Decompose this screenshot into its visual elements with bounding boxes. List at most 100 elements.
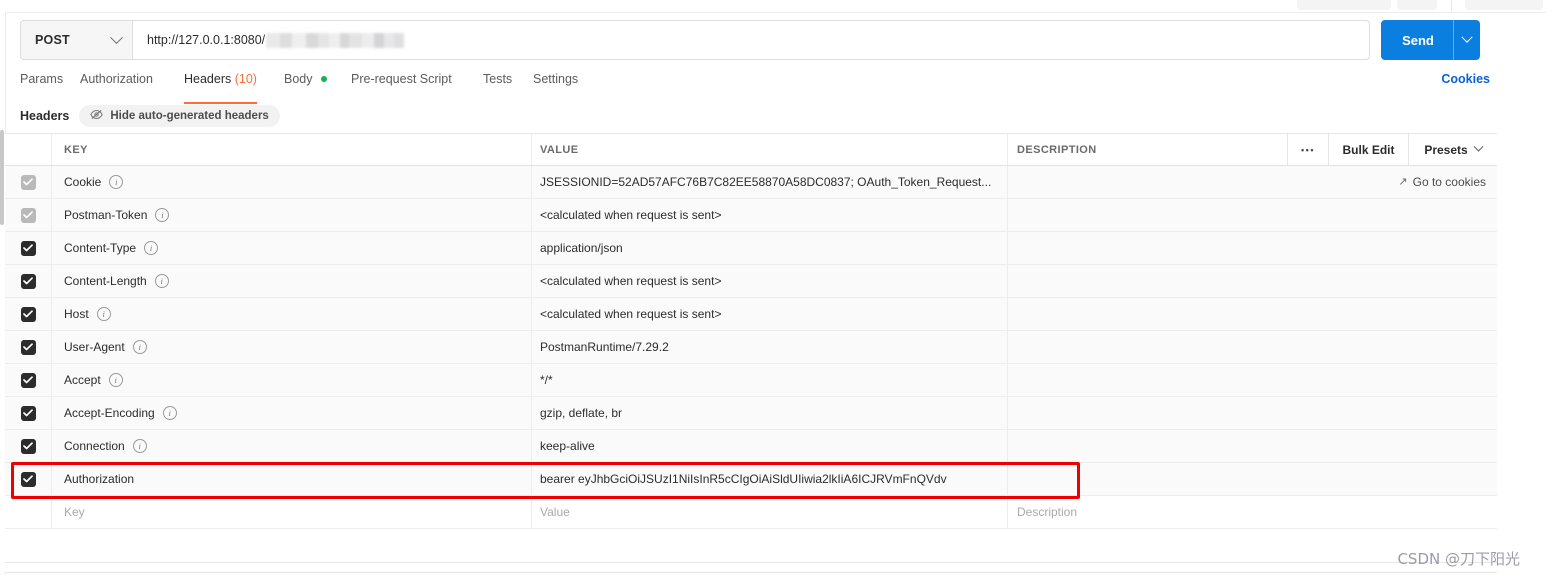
info-icon[interactable]: i xyxy=(162,406,177,420)
row-checkbox[interactable] xyxy=(20,240,36,256)
row-key-cell[interactable]: Content-Length i xyxy=(52,265,532,297)
row-value-cell[interactable]: JSESSIONID=52AD57AFC76B7C82EE58870A58DC0… xyxy=(532,166,1008,198)
table-row[interactable]: Accept i */* xyxy=(5,364,1497,397)
row-key-cell[interactable]: Host i xyxy=(52,298,532,330)
row-value-text: gzip, deflate, br xyxy=(540,406,623,420)
row-value-cell[interactable]: <calculated when request is sent> xyxy=(532,298,1008,330)
row-description-cell[interactable] xyxy=(1008,463,1497,495)
table-row[interactable]: Connection i keep-alive xyxy=(5,430,1497,463)
table-row[interactable]: Accept-Encoding i gzip, deflate, br xyxy=(5,397,1497,430)
tab-authorization[interactable]: Authorization xyxy=(80,72,153,98)
row-value-cell[interactable]: keep-alive xyxy=(532,430,1008,462)
row-description-cell[interactable] xyxy=(1008,232,1497,264)
chrome-divider xyxy=(1451,0,1452,11)
new-row-value-input[interactable]: Value xyxy=(532,496,1008,528)
http-method-dropdown[interactable]: POST xyxy=(20,20,132,60)
tab-pre-request-script[interactable]: Pre-request Script xyxy=(351,72,452,98)
table-row[interactable]: Content-Length i <calculated when reques… xyxy=(5,265,1497,298)
row-checkbox[interactable] xyxy=(20,273,36,289)
row-key-cell[interactable]: Accept i xyxy=(52,364,532,396)
table-row[interactable]: Content-Type i application/json xyxy=(5,232,1497,265)
tab-tests-label: Tests xyxy=(483,72,513,86)
info-icon[interactable]: i xyxy=(132,439,147,453)
send-options-button[interactable] xyxy=(1454,31,1480,44)
headers-table: KEY VALUE DESCRIPTION ••• Bulk Edit Pres… xyxy=(5,133,1497,573)
tab-params[interactable]: Params xyxy=(20,72,63,98)
row-description-cell[interactable] xyxy=(1008,397,1497,429)
row-checkbox-cell xyxy=(5,364,52,396)
row-description-cell[interactable] xyxy=(1008,430,1497,462)
row-value-cell[interactable]: PostmanRuntime/7.29.2 xyxy=(532,331,1008,363)
row-description-cell[interactable] xyxy=(1008,199,1497,231)
row-checkbox[interactable] xyxy=(20,306,36,322)
row-value-text: PostmanRuntime/7.29.2 xyxy=(540,340,669,354)
row-checkbox-cell xyxy=(5,397,52,429)
row-key-cell[interactable]: Authorization xyxy=(52,463,532,495)
row-value-cell[interactable]: <calculated when request is sent> xyxy=(532,199,1008,231)
row-description-cell[interactable] xyxy=(1008,331,1497,363)
new-row-description-input[interactable]: Description xyxy=(1008,496,1497,528)
presets-button[interactable]: Presets xyxy=(1408,134,1497,165)
row-checkbox-cell xyxy=(5,199,52,231)
info-icon[interactable]: i xyxy=(154,274,169,288)
send-button[interactable]: Send xyxy=(1381,20,1480,60)
tab-body[interactable]: Body xyxy=(284,72,327,98)
info-icon[interactable]: i xyxy=(96,307,111,321)
row-key-cell[interactable]: Cookie i xyxy=(52,166,532,198)
info-icon[interactable]: i xyxy=(155,208,170,222)
row-value-cell[interactable]: */* xyxy=(532,364,1008,396)
bulk-edit-button[interactable]: Bulk Edit xyxy=(1328,134,1408,165)
info-icon[interactable]: i xyxy=(109,175,124,189)
row-description-cell[interactable]: ↗ Go to cookies xyxy=(1008,166,1497,198)
table-new-row[interactable]: Key Value Description xyxy=(5,496,1497,529)
table-row[interactable]: Postman-Token i <calculated when request… xyxy=(5,199,1497,232)
row-checkbox[interactable] xyxy=(20,405,36,421)
table-row[interactable]: Host i <calculated when request is sent> xyxy=(5,298,1497,331)
tab-headers[interactable]: Headers (10) xyxy=(184,72,257,104)
row-key-text: Cookie xyxy=(64,175,102,189)
hide-auto-generated-headers-button[interactable]: Hide auto-generated headers xyxy=(79,105,280,127)
row-checkbox-cell xyxy=(5,232,52,264)
row-description-cell[interactable] xyxy=(1008,265,1497,297)
row-key-cell[interactable]: Postman-Token i xyxy=(52,199,532,231)
row-value-text: <calculated when request is sent> xyxy=(540,208,722,222)
tab-settings[interactable]: Settings xyxy=(533,72,578,98)
row-key-cell[interactable]: Content-Type i xyxy=(52,232,532,264)
row-key-text: Content-Length xyxy=(64,274,147,288)
cookies-link[interactable]: Cookies xyxy=(1441,72,1490,86)
row-checkbox[interactable] xyxy=(20,471,36,487)
tab-settings-label: Settings xyxy=(533,72,579,86)
row-checkbox[interactable] xyxy=(20,438,36,454)
row-value-cell[interactable]: gzip, deflate, br xyxy=(532,397,1008,429)
table-row-authorization[interactable]: Authorization bearer eyJhbGciOiJSUzI1NiI… xyxy=(5,463,1497,496)
row-value-text: <calculated when request is sent> xyxy=(540,307,722,321)
row-key-cell[interactable]: Accept-Encoding i xyxy=(52,397,532,429)
info-icon[interactable]: i xyxy=(144,241,159,255)
row-checkbox[interactable] xyxy=(20,339,36,355)
row-key-cell[interactable]: User-Agent i xyxy=(52,331,532,363)
row-value-cell[interactable]: bearer eyJhbGciOiJSUzI1NiIsInR5cCIgOiAiS… xyxy=(532,463,1008,495)
window-chrome-strip xyxy=(0,0,1546,13)
row-key-cell[interactable]: Connection i xyxy=(52,430,532,462)
new-row-key-input[interactable]: Key xyxy=(52,496,532,528)
new-row-description-placeholder: Description xyxy=(1017,505,1078,519)
tab-tests[interactable]: Tests xyxy=(483,72,512,98)
info-icon[interactable]: i xyxy=(132,340,147,354)
row-checkbox[interactable] xyxy=(20,372,36,388)
row-checkbox[interactable] xyxy=(20,174,36,190)
table-row[interactable]: Cookie i JSESSIONID=52AD57AFC76B7C82EE58… xyxy=(5,166,1497,199)
go-to-cookies-link[interactable]: ↗ Go to cookies xyxy=(1398,175,1486,189)
table-row[interactable]: User-Agent i PostmanRuntime/7.29.2 xyxy=(5,331,1497,364)
row-checkbox[interactable] xyxy=(20,207,36,223)
vertical-scrollbar-thumb[interactable] xyxy=(0,130,4,225)
tab-authorization-label: Authorization xyxy=(80,72,153,86)
row-description-cell[interactable] xyxy=(1008,364,1497,396)
table-more-options-button[interactable]: ••• xyxy=(1287,134,1328,165)
column-header-description: DESCRIPTION ••• Bulk Edit Presets xyxy=(1008,134,1497,165)
url-input[interactable]: http://127.0.0.1:8080/ xyxy=(132,20,1370,60)
tab-active-underline xyxy=(184,102,257,104)
info-icon[interactable]: i xyxy=(108,373,123,387)
row-description-cell[interactable] xyxy=(1008,298,1497,330)
row-value-cell[interactable]: application/json xyxy=(532,232,1008,264)
row-value-cell[interactable]: <calculated when request is sent> xyxy=(532,265,1008,297)
